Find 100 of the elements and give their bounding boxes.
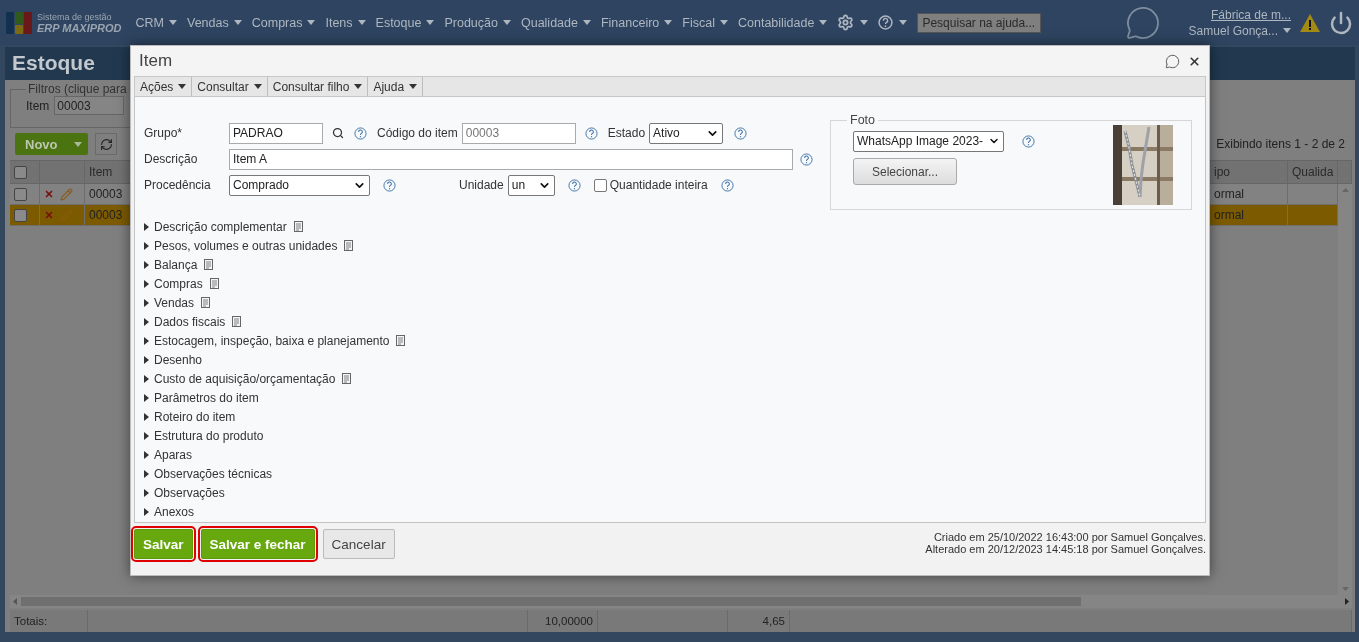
- section-link[interactable]: Custo de aquisição/orçamentação: [154, 371, 336, 386]
- section-link[interactable]: Vendas: [154, 295, 195, 310]
- group-field[interactable]: PADRAO: [229, 122, 323, 144]
- collapsed-triangle-icon[interactable]: [144, 298, 149, 307]
- collapsed-triangle-icon[interactable]: [144, 241, 149, 250]
- row-checkbox[interactable]: [14, 208, 27, 222]
- warning-icon[interactable]: [1299, 12, 1321, 33]
- collapsed-triangle-icon[interactable]: [144, 355, 149, 364]
- nav-menu[interactable]: Qualidade: [520, 15, 591, 30]
- nav-menu[interactable]: Produção: [444, 15, 511, 30]
- whole-quantity-checkbox[interactable]: [593, 178, 607, 192]
- help-icon[interactable]: [584, 126, 598, 140]
- section-link[interactable]: Pesos, volumes e outras unidades: [154, 238, 338, 253]
- help-icon[interactable]: [354, 126, 367, 140]
- dialog-menu[interactable]: Ações: [135, 77, 193, 96]
- collapsed-triangle-icon[interactable]: [144, 469, 149, 478]
- help-icon[interactable]: [800, 152, 813, 166]
- nav-menu[interactable]: Itens: [325, 15, 366, 30]
- section-link[interactable]: Compras: [154, 276, 203, 291]
- nav-menu[interactable]: Compras: [251, 15, 316, 30]
- section-link[interactable]: Parâmetros do item: [154, 390, 259, 405]
- note-icon[interactable]: [201, 297, 211, 308]
- close-icon[interactable]: [1188, 54, 1201, 68]
- item-filter-field[interactable]: 00003: [54, 96, 125, 115]
- totals-label: Totais:: [10, 610, 88, 632]
- collapsed-triangle-icon[interactable]: [144, 279, 149, 288]
- description-field[interactable]: Item A: [229, 148, 793, 170]
- help-icon[interactable]: [567, 178, 581, 192]
- collapsed-triangle-icon[interactable]: [144, 412, 149, 421]
- caret-icon: [74, 141, 82, 147]
- section-link[interactable]: Aparas: [154, 447, 193, 462]
- comment-icon[interactable]: [1165, 53, 1180, 69]
- company-link[interactable]: Fábrica de m...: [1210, 6, 1291, 23]
- section-link[interactable]: Desenho: [154, 352, 203, 367]
- origin-select[interactable]: Comprado: [229, 174, 370, 196]
- checkbox-label[interactable]: Quantidade inteira: [609, 178, 708, 192]
- help-icon[interactable]: [1022, 134, 1035, 148]
- row-checkbox[interactable]: [14, 187, 27, 201]
- collapsed-triangle-icon[interactable]: [144, 317, 149, 326]
- select-photo-button[interactable]: Selecionar...: [853, 158, 957, 185]
- note-icon[interactable]: [232, 316, 242, 327]
- note-icon[interactable]: [209, 278, 219, 289]
- note-icon[interactable]: [293, 221, 303, 232]
- scroll-right-icon[interactable]: [1345, 598, 1349, 605]
- section-link[interactable]: Estrutura do produto: [154, 428, 264, 443]
- section-link[interactable]: Estocagem, inspeção, baixa e planejamento: [154, 333, 390, 348]
- refresh-button[interactable]: [95, 133, 117, 155]
- section-link[interactable]: Anexos: [154, 504, 195, 519]
- status-select[interactable]: Ativo: [649, 122, 724, 144]
- dialog-menu[interactable]: Consultar filho: [267, 77, 369, 96]
- note-icon[interactable]: [396, 335, 406, 346]
- help-icon[interactable]: [734, 126, 748, 140]
- nav-menu[interactable]: Financeiro: [600, 15, 673, 30]
- section-link[interactable]: Dados fiscais: [154, 314, 226, 329]
- collapsed-triangle-icon[interactable]: [144, 507, 149, 516]
- photo-file-select[interactable]: WhatsApp Image 2023-: [853, 130, 1004, 152]
- cancel-button[interactable]: Cancelar: [322, 529, 395, 559]
- note-icon[interactable]: [344, 240, 354, 251]
- help-icon[interactable]: [720, 178, 734, 192]
- nav-menu[interactable]: Vendas: [187, 15, 242, 30]
- search-icon[interactable]: [332, 127, 344, 139]
- nav-menu[interactable]: Estoque: [375, 15, 435, 30]
- section-link[interactable]: Observações: [154, 485, 225, 500]
- section-link[interactable]: Balança: [154, 257, 198, 272]
- collapsed-triangle-icon[interactable]: [144, 488, 149, 497]
- collapsed-triangle-icon[interactable]: [144, 222, 149, 231]
- collapsed-triangle-icon[interactable]: [144, 260, 149, 269]
- select-all-checkbox[interactable]: [14, 165, 27, 179]
- help-icon[interactable]: [383, 178, 396, 192]
- field-label: Procedência: [144, 178, 212, 192]
- nav-menu[interactable]: Contabilidade: [738, 15, 828, 30]
- help-search-field[interactable]: Pesquisar na ajuda...: [917, 12, 1042, 33]
- caret-icon: [169, 20, 177, 25]
- settings-icon[interactable]: [837, 14, 855, 31]
- chat-icon[interactable]: [1124, 4, 1161, 41]
- nav-menu[interactable]: CRM: [135, 15, 177, 30]
- field-label: Estado: [607, 126, 646, 140]
- delete-icon[interactable]: [44, 189, 54, 199]
- dialog-menu[interactable]: Consultar: [192, 77, 268, 96]
- caret-icon: [253, 84, 262, 89]
- caret-icon: [233, 20, 242, 25]
- section-link[interactable]: Observações técnicas: [154, 466, 273, 481]
- power-icon[interactable]: [1329, 10, 1353, 35]
- caret-icon: [307, 20, 316, 25]
- horizontal-scrollbar[interactable]: [10, 595, 1352, 608]
- section-link[interactable]: Descrição complementar: [154, 219, 287, 234]
- note-icon[interactable]: [342, 373, 352, 384]
- collapsed-triangle-icon[interactable]: [144, 393, 149, 402]
- collapsed-triangle-icon[interactable]: [144, 450, 149, 459]
- unit-select[interactable]: un: [507, 174, 555, 196]
- user-menu[interactable]: Samuel Gonça...: [1188, 22, 1291, 39]
- help-icon[interactable]: [878, 15, 894, 30]
- field-label: Código do item: [377, 126, 458, 140]
- collapsed-triangle-icon[interactable]: [144, 336, 149, 345]
- note-icon[interactable]: [204, 259, 214, 270]
- section-link[interactable]: Roteiro do item: [154, 409, 236, 424]
- dialog-menu[interactable]: Ajuda: [368, 77, 424, 96]
- collapsed-triangle-icon[interactable]: [144, 374, 149, 383]
- nav-menu[interactable]: Fiscal: [682, 15, 728, 30]
- collapsed-triangle-icon[interactable]: [144, 431, 149, 440]
